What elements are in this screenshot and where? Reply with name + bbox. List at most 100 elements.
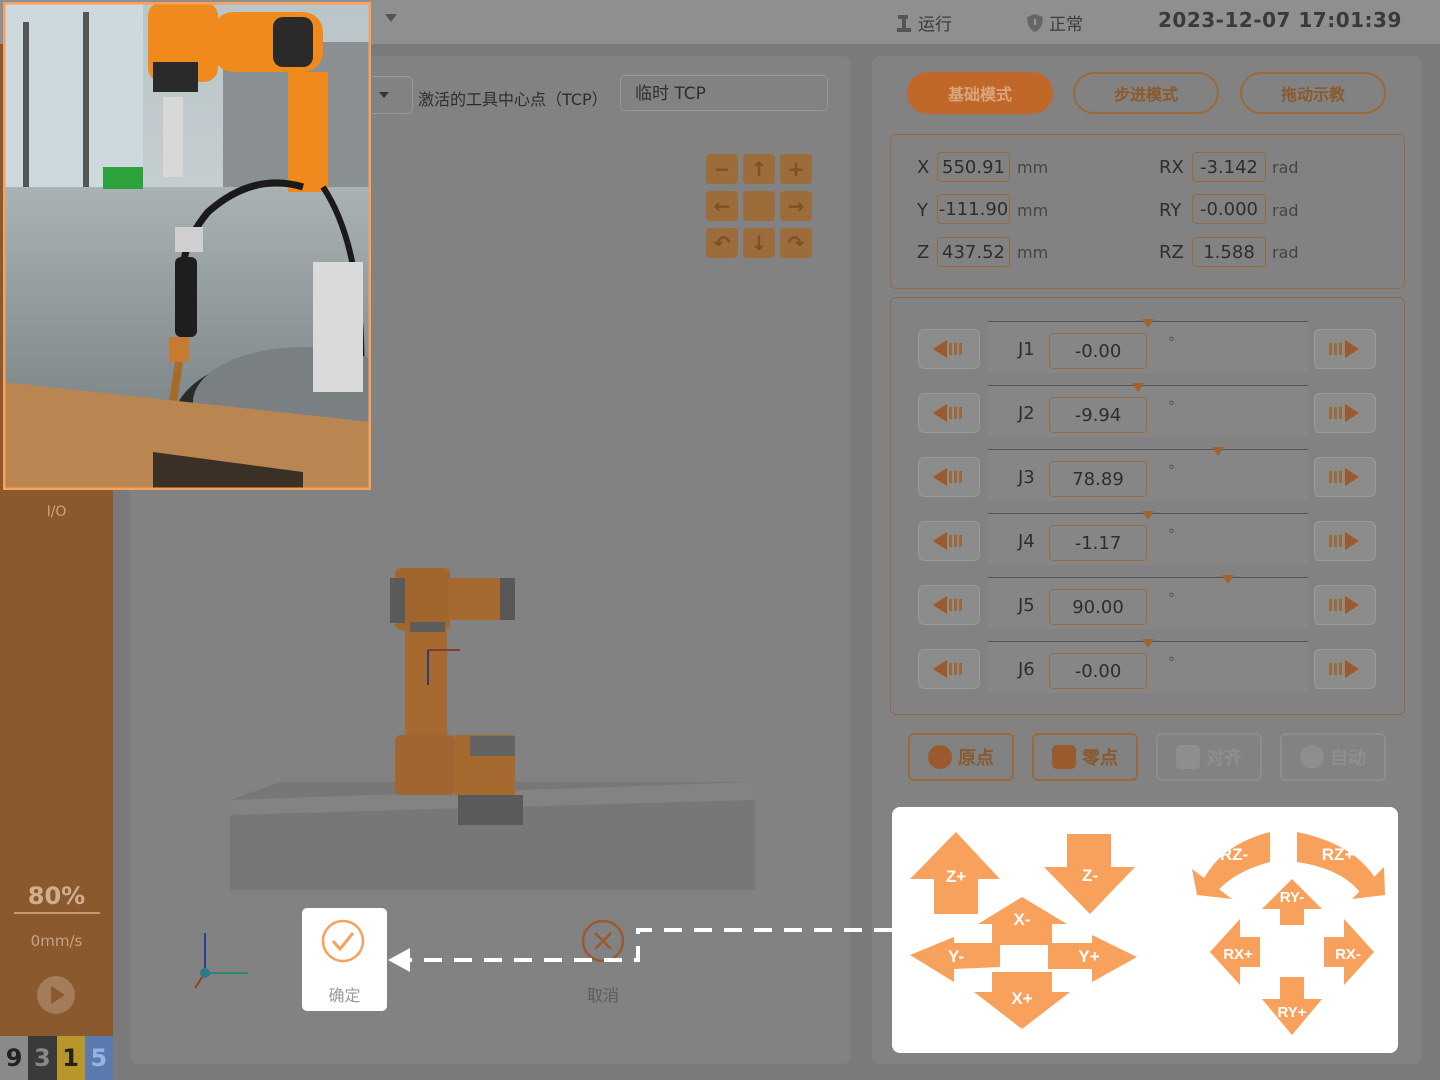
joint-value[interactable]: 90.00 bbox=[1049, 589, 1147, 625]
align-icon bbox=[1176, 745, 1200, 769]
joint-slider[interactable] bbox=[988, 447, 1308, 501]
y-plus-button[interactable]: Y+ bbox=[1048, 935, 1137, 982]
tcp-select[interactable]: 临时 TCP bbox=[620, 75, 828, 111]
y-label: Y bbox=[917, 200, 928, 221]
safety-status: 正常 bbox=[1025, 10, 1083, 35]
arrow-left-icon bbox=[933, 660, 947, 678]
joint-minus-button[interactable] bbox=[918, 393, 980, 433]
arrow-up-icon[interactable]: ↑ bbox=[743, 154, 775, 184]
rotate-right-icon[interactable]: ↷ bbox=[780, 228, 812, 258]
joint-name: J1 bbox=[1018, 339, 1035, 360]
z-plus-button[interactable]: Z+ bbox=[910, 832, 1000, 914]
speed-divider bbox=[14, 912, 100, 914]
x-value[interactable]: 550.91 bbox=[937, 152, 1010, 182]
rx-unit: rad bbox=[1272, 158, 1299, 177]
arrow-right-icon[interactable]: → bbox=[780, 191, 812, 221]
arrow-left-icon bbox=[933, 596, 947, 614]
joint-slider[interactable] bbox=[988, 319, 1308, 373]
joint-row-j2: J2 -9.94 ° bbox=[918, 383, 1378, 437]
joint-slider-marker bbox=[1132, 383, 1145, 392]
run-status-label: 运行 bbox=[918, 15, 952, 35]
sidebar-item-io[interactable]: I/O bbox=[0, 504, 113, 520]
arrow-left-icon[interactable]: ← bbox=[706, 191, 738, 221]
z-value[interactable]: 437.52 bbox=[937, 237, 1010, 267]
z-minus-button[interactable]: Z- bbox=[1044, 834, 1135, 914]
zoom-in-icon[interactable]: + bbox=[780, 154, 812, 184]
ry-minus-button[interactable]: RY- bbox=[1262, 879, 1322, 925]
joint-slider[interactable] bbox=[988, 639, 1308, 693]
zoom-out-icon[interactable]: − bbox=[706, 154, 738, 184]
ry-minus-label: RY- bbox=[1280, 889, 1304, 906]
robot-3d-view[interactable] bbox=[200, 550, 780, 930]
joint-plus-button[interactable] bbox=[1314, 521, 1376, 561]
rx-plus-button[interactable]: RX+ bbox=[1210, 919, 1260, 985]
ry-value[interactable]: -0.000 bbox=[1192, 194, 1266, 224]
rotate-left-icon[interactable]: ↶ bbox=[706, 228, 738, 258]
x-unit: mm bbox=[1017, 158, 1049, 177]
zero-label: 零点 bbox=[1082, 748, 1118, 769]
callout-connector bbox=[388, 928, 892, 972]
y-minus-button[interactable]: Y- bbox=[910, 937, 1000, 982]
ry-plus-button[interactable]: RY+ bbox=[1262, 977, 1322, 1035]
joint-minus-button[interactable] bbox=[918, 457, 980, 497]
joint-minus-button[interactable] bbox=[918, 649, 980, 689]
rx-minus-button[interactable]: RX- bbox=[1324, 919, 1374, 985]
digit-3: 1 bbox=[56, 1036, 85, 1080]
joint-slider-marker bbox=[1212, 447, 1225, 456]
arrow-right-icon bbox=[1345, 404, 1359, 422]
play-button[interactable] bbox=[37, 976, 75, 1014]
tab-drag-teach[interactable]: 拖动示教 bbox=[1240, 72, 1386, 114]
robot-lower-joint bbox=[395, 735, 455, 795]
rz-plus-button[interactable]: RZ+ bbox=[1297, 832, 1385, 899]
joint-plus-button[interactable] bbox=[1314, 585, 1376, 625]
joint-slider[interactable] bbox=[988, 511, 1308, 565]
zero-icon bbox=[1052, 745, 1076, 769]
shield-icon bbox=[1027, 13, 1043, 32]
home-button[interactable]: 原点 bbox=[908, 733, 1014, 781]
joint-plus-button[interactable] bbox=[1314, 649, 1376, 689]
arrow-left-icon bbox=[933, 404, 947, 422]
arrow-left-icon bbox=[933, 468, 947, 486]
joint-value[interactable]: -0.00 bbox=[1049, 653, 1147, 689]
joint-minus-button[interactable] bbox=[918, 585, 980, 625]
tcp-chevron-icon bbox=[379, 92, 389, 98]
rz-value[interactable]: 1.588 bbox=[1192, 237, 1266, 267]
joint-minus-button[interactable] bbox=[918, 521, 980, 561]
rx-value[interactable]: -3.142 bbox=[1192, 152, 1266, 182]
tab-step-mode[interactable]: 步进模式 bbox=[1073, 72, 1219, 114]
tab-basic-mode[interactable]: 基础模式 bbox=[907, 72, 1053, 114]
y-value[interactable]: -111.90 bbox=[937, 194, 1010, 224]
y-unit: mm bbox=[1017, 201, 1049, 220]
joint-row-j1: J1 -0.00 ° bbox=[918, 319, 1378, 373]
joint-name: J2 bbox=[1018, 403, 1035, 424]
auto-button[interactable]: 自动 bbox=[1280, 733, 1386, 781]
x-minus-button[interactable]: X- bbox=[978, 897, 1067, 945]
joint-value[interactable]: -9.94 bbox=[1049, 397, 1147, 433]
dropdown-chevron-icon[interactable] bbox=[385, 14, 397, 22]
x-plus-button[interactable]: X+ bbox=[974, 972, 1070, 1029]
joint-slider[interactable] bbox=[988, 383, 1308, 437]
joint-slider[interactable] bbox=[988, 575, 1308, 629]
joint-value[interactable]: -1.17 bbox=[1049, 525, 1147, 561]
arrow-right-icon bbox=[1345, 660, 1359, 678]
joint-plus-button[interactable] bbox=[1314, 457, 1376, 497]
arrow-left-icon bbox=[933, 532, 947, 550]
speed-percent[interactable]: 80% bbox=[0, 882, 113, 910]
zero-button[interactable]: 零点 bbox=[1032, 733, 1138, 781]
rx-plus-label: RX+ bbox=[1223, 946, 1253, 963]
joint-row-j5: J5 90.00 ° bbox=[918, 575, 1378, 629]
tcp-label: 激活的工具中心点（TCP） bbox=[418, 90, 608, 109]
joint-slider-marker bbox=[1142, 511, 1154, 520]
arrow-left-icon bbox=[933, 340, 947, 358]
home-label: 原点 bbox=[958, 748, 994, 769]
arrow-down-icon[interactable]: ↓ bbox=[743, 228, 775, 258]
joint-minus-button[interactable] bbox=[918, 329, 980, 369]
rz-minus-button[interactable]: RZ- bbox=[1192, 832, 1270, 899]
joint-plus-button[interactable] bbox=[1314, 329, 1376, 369]
view-center-button[interactable] bbox=[743, 191, 775, 221]
joint-plus-button[interactable] bbox=[1314, 393, 1376, 433]
joint-name: J4 bbox=[1018, 531, 1035, 552]
joint-value[interactable]: -0.00 bbox=[1049, 333, 1147, 369]
joint-value[interactable]: 78.89 bbox=[1049, 461, 1147, 497]
align-button[interactable]: 对齐 bbox=[1156, 733, 1262, 781]
